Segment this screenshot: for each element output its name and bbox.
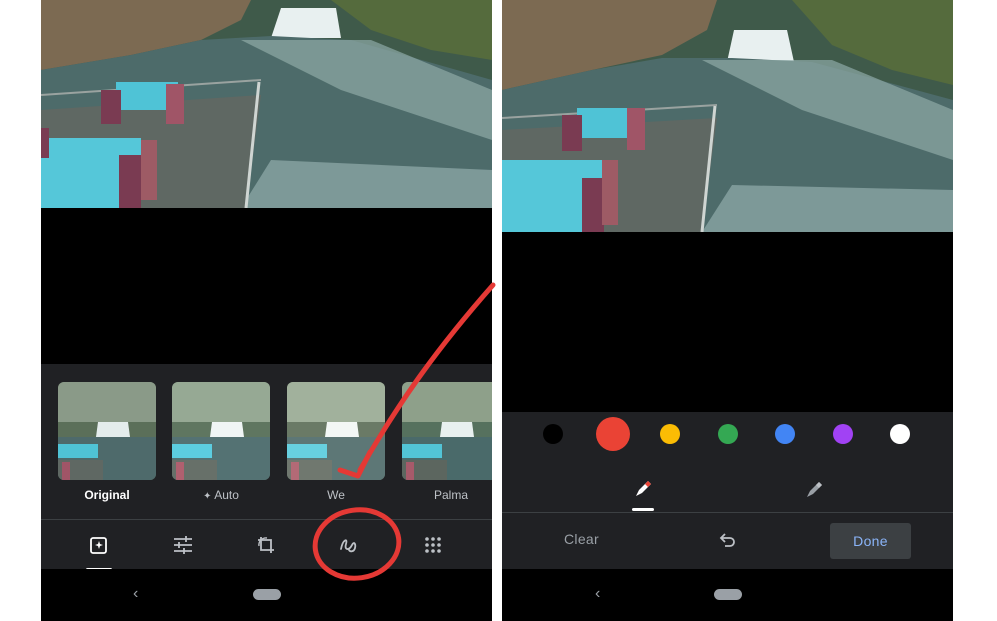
filter-thumb-image: [58, 382, 156, 480]
color-swatch-green[interactable]: [718, 424, 738, 444]
highlighter-icon: [807, 482, 822, 497]
clear-button[interactable]: Clear: [564, 531, 599, 547]
photo-preview: [41, 0, 492, 208]
photo-image: [41, 0, 492, 208]
filter-label-west: We: [327, 488, 345, 502]
color-swatch-white[interactable]: [890, 424, 910, 444]
filter-thumb-image: [287, 382, 385, 480]
filter-thumb-image: [172, 382, 270, 480]
markup-icon: [340, 539, 357, 553]
pen-tool-row: [502, 472, 953, 512]
crop-rotate-tool-button[interactable]: [253, 532, 279, 558]
color-swatch-black[interactable]: [543, 424, 563, 444]
highlighter-tool-button[interactable]: [803, 477, 827, 501]
sparkle-icon: ✦: [203, 491, 212, 502]
markup-action-bar: Clear Done: [502, 512, 953, 570]
filter-thumb-palma[interactable]: [402, 382, 492, 480]
filter-thumb-west[interactable]: [287, 382, 385, 480]
photo-preview: [502, 0, 953, 232]
pen-icon: [636, 481, 651, 496]
undo-button[interactable]: [718, 530, 738, 550]
pen-tool-button[interactable]: [631, 477, 655, 501]
filter-thumb-original[interactable]: [58, 382, 156, 480]
filter-label-palma: Palma: [433, 488, 468, 502]
color-swatch-red-selected[interactable]: [596, 417, 630, 451]
right-phone-screen: Clear Done ‹: [502, 0, 953, 621]
home-nav-button[interactable]: [253, 589, 281, 600]
suggestions-tool-button[interactable]: [86, 532, 112, 558]
photo-image: [502, 0, 953, 232]
filter-label-original: Original: [84, 488, 130, 502]
filter-label-auto-text: Auto: [214, 488, 239, 502]
left-phone-screen: Original ✦ Auto We Palma ‹: [41, 0, 492, 621]
undo-icon: [719, 533, 735, 547]
color-swatch-purple[interactable]: [833, 424, 853, 444]
adjust-icon: [174, 536, 192, 554]
filter-thumb-auto[interactable]: [172, 382, 270, 480]
more-tools-button[interactable]: [420, 532, 446, 558]
editor-tool-bar: [41, 519, 492, 571]
color-swatch-yellow[interactable]: [660, 424, 680, 444]
more-icon: [425, 537, 441, 553]
markup-panel: Clear Done: [502, 412, 953, 569]
filter-thumb-image: [402, 382, 492, 480]
done-button[interactable]: Done: [830, 523, 911, 559]
back-nav-button[interactable]: ‹: [595, 585, 600, 603]
system-nav-bar: ‹: [502, 569, 953, 621]
active-pen-indicator: [632, 508, 654, 511]
crop-rotate-icon: [258, 537, 274, 553]
adjust-tool-button[interactable]: [170, 532, 196, 558]
back-nav-button[interactable]: ‹: [133, 585, 138, 603]
system-nav-bar: ‹: [41, 569, 492, 621]
suggestions-icon: [90, 537, 107, 554]
color-swatch-blue[interactable]: [775, 424, 795, 444]
home-nav-button[interactable]: [714, 589, 742, 600]
filter-panel: Original ✦ Auto We Palma: [41, 364, 492, 519]
markup-tool-button[interactable]: [336, 532, 362, 558]
filter-label-auto: ✦ Auto: [172, 488, 270, 502]
